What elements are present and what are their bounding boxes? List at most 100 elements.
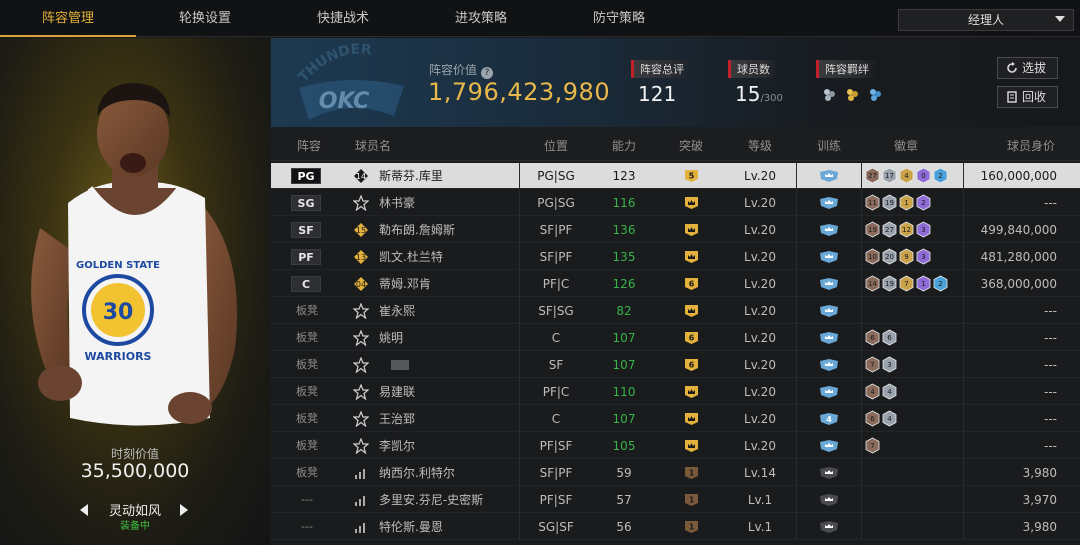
player-name[interactable]: 斯蒂芬.库里 [379, 163, 443, 189]
player-name[interactable]: 李凯尔 [379, 433, 415, 459]
training-icon[interactable] [819, 250, 839, 264]
badge-icon[interactable]: 1 [916, 275, 931, 292]
badge-icon[interactable]: 3 [916, 248, 931, 265]
training-icon[interactable] [819, 439, 839, 453]
table-row[interactable]: 板凳 王治郅 C 107 Lv.20 4 6 4 --- [271, 406, 1080, 432]
badge-icon[interactable]: 0 [916, 167, 931, 184]
badge-icon[interactable]: 4 [899, 167, 914, 184]
table-row[interactable]: PG 14 斯蒂芬.库里 PG|SG 123 5 Lv.20 27 17 4 0 2 160,000,0… [271, 163, 1080, 189]
player-name[interactable]: 蒂姆.邓肯 [379, 271, 431, 297]
badge-icon[interactable]: 7 [865, 356, 880, 373]
player-name[interactable]: 王治郅 [379, 406, 415, 432]
tab-lineup-management[interactable]: 阵容管理 [0, 0, 136, 37]
badge-icon[interactable]: 4 [865, 383, 880, 400]
table-row[interactable]: 板凳 易建联 PF|C 110 Lv.20 4 4 --- [271, 379, 1080, 405]
column-header-position: 位置 [543, 139, 568, 153]
player-name[interactable]: 纳西尔.利特尔 [379, 460, 455, 486]
badge-count: 10 [868, 253, 877, 261]
recycle-button[interactable]: 回收 [997, 86, 1058, 108]
training-icon[interactable] [819, 358, 839, 372]
badge-icon[interactable]: 2 [916, 194, 931, 211]
badge-icon[interactable]: 7 [899, 275, 914, 292]
tab-rotation-settings[interactable]: 轮换设置 [136, 0, 274, 37]
table-row[interactable]: SG 林书豪 PG|SG 116 Lv.20 11 19 1 2 --- [271, 190, 1080, 216]
training-icon[interactable] [819, 304, 839, 318]
chemistry-icon-blue[interactable] [868, 87, 883, 102]
table-row[interactable]: 板凳 姚明 C 107 6 Lv.20 6 6 --- [271, 325, 1080, 351]
badge-count: 1 [921, 280, 925, 288]
next-skill-button[interactable] [180, 504, 188, 516]
training-icon[interactable] [819, 223, 839, 237]
badge-icon[interactable]: 20 [882, 248, 897, 265]
badge-icon[interactable]: 6 [865, 329, 880, 346]
badge-icon[interactable]: 19 [882, 194, 897, 211]
player-name[interactable]: 特伦斯.曼恩 [379, 514, 443, 540]
table-row[interactable]: --- 特伦斯.曼恩 SG|SF 56 1 Lv.1 3,980 [271, 514, 1080, 540]
badge-icon[interactable]: 7 [865, 437, 880, 454]
table-header: 阵容 球员名 位置 能力 突破 等级 训练 徽章 球员身价 [271, 127, 1080, 161]
breakthrough-icon: 1 [685, 521, 698, 533]
player-market-value: 3,970 [1022, 493, 1057, 507]
player-name[interactable]: 姚明 [379, 325, 403, 351]
star-icon [353, 195, 369, 211]
badge-icon[interactable]: 3 [882, 356, 897, 373]
training-icon[interactable] [819, 331, 839, 345]
crown-icon [685, 413, 698, 425]
training-icon[interactable] [819, 277, 839, 291]
table-row[interactable]: SF 15 勒布朗.詹姆斯 SF|PF 136 Lv.20 19 27 12 3 499,840,0… [271, 217, 1080, 243]
badge-icon[interactable]: 12 [899, 221, 914, 238]
tab-defense-strategy[interactable]: 防守策略 [550, 0, 688, 37]
pick-button[interactable]: 选拔 [997, 57, 1058, 79]
table-row[interactable]: 板凳 SF 107 6 Lv.20 7 3 --- [271, 352, 1080, 378]
player-ability: 136 [612, 223, 636, 237]
training-icon[interactable] [819, 169, 839, 183]
badge-icon[interactable]: 9 [899, 248, 914, 265]
badge-icon[interactable]: 17 [882, 167, 897, 184]
badge-icon[interactable]: 2 [933, 275, 948, 292]
player-name[interactable]: 林书豪 [379, 190, 415, 216]
table-row[interactable]: 板凳 李凯尔 PF|SF 105 Lv.20 7 --- [271, 433, 1080, 459]
badge-icon[interactable]: 4 [882, 410, 897, 427]
player-name[interactable]: 凯文.杜兰特 [379, 244, 443, 270]
player-ability: 107 [612, 331, 636, 345]
table-row[interactable]: 板凳 崔永熙 SF|SG 82 Lv.20 --- [271, 298, 1080, 324]
player-name[interactable]: 崔永熙 [379, 298, 415, 324]
tab-quick-tactics[interactable]: 快捷战术 [274, 0, 412, 37]
table-row[interactable]: PF 13 凯文.杜兰特 SF|PF 135 Lv.20 10 20 9 3 481,280,000 [271, 244, 1080, 270]
training-icon[interactable] [819, 385, 839, 399]
badge-icon[interactable]: 3 [916, 221, 931, 238]
badge-icon[interactable]: 6 [865, 410, 880, 427]
badge-icon[interactable]: 27 [865, 167, 880, 184]
breakthrough-value: 6 [689, 334, 695, 343]
badge-icon[interactable]: 27 [882, 221, 897, 238]
training-icon[interactable]: 4 [819, 412, 839, 426]
training-icon[interactable] [819, 196, 839, 210]
badge-icon[interactable]: 1 [899, 194, 914, 211]
badge-icon[interactable]: 2 [933, 167, 948, 184]
manager-select[interactable]: 经理人 [898, 9, 1074, 31]
chemistry-icon-silver[interactable] [822, 87, 837, 102]
player-portrait: 30 GOLDEN STATE WARRIORS [31, 83, 237, 426]
training-icon[interactable] [819, 493, 839, 507]
chemistry-icon-gold[interactable] [845, 87, 860, 102]
player-ability: 107 [612, 412, 636, 426]
badge-icon[interactable]: 14 [865, 275, 880, 292]
badge-icon[interactable]: 10 [865, 248, 880, 265]
training-icon[interactable] [819, 466, 839, 480]
table-row[interactable]: 板凳 纳西尔.利特尔 SF|PF 59 1 Lv.14 3,980 [271, 460, 1080, 486]
badge-icon[interactable]: 19 [882, 275, 897, 292]
table-row[interactable]: C 04 蒂姆.邓肯 PF|C 126 6 Lv.20 14 19 7 1 2 368,000,000 [271, 271, 1080, 297]
player-name[interactable]: 多里安.芬尼-史密斯 [379, 487, 483, 513]
jersey-number: 30 [103, 300, 134, 325]
table-row[interactable]: --- 多里安.芬尼-史密斯 PF|SF 57 1 Lv.1 3,970 [271, 487, 1080, 513]
player-name[interactable]: 勒布朗.詹姆斯 [379, 217, 455, 243]
player-name[interactable]: 易建联 [379, 379, 415, 405]
previous-skill-button[interactable] [80, 504, 88, 516]
training-icon[interactable] [819, 520, 839, 534]
jersey-team-text-2: WARRIORS [85, 350, 152, 363]
badge-icon[interactable]: 6 [882, 329, 897, 346]
badge-icon[interactable]: 11 [865, 194, 880, 211]
badge-icon[interactable]: 19 [865, 221, 880, 238]
tab-offense-strategy[interactable]: 进攻策略 [412, 0, 550, 37]
badge-icon[interactable]: 4 [882, 383, 897, 400]
